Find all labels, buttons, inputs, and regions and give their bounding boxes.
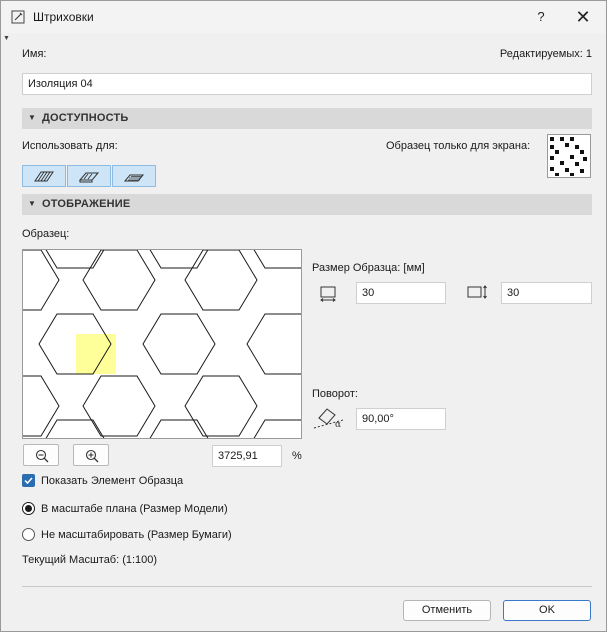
scale-paper-label: Не масштабировать (Размер Бумаги)	[41, 529, 232, 541]
cancel-button[interactable]: Отменить	[403, 600, 491, 621]
fill-cover-icon	[78, 172, 100, 183]
scale-model-radio[interactable]	[22, 502, 35, 515]
pattern-height-icon	[467, 285, 487, 299]
hexagon-pattern-graphic	[23, 250, 301, 438]
display-header-label: ОТОБРАЖЕНИЕ	[42, 198, 131, 210]
collapse-triangle-icon: ▼	[28, 113, 36, 122]
pattern-width-icon	[320, 286, 336, 302]
rotation-label: Поворот:	[312, 388, 358, 400]
pattern-element-highlight	[76, 334, 116, 374]
checkmark-icon	[24, 477, 33, 485]
pattern-width-field[interactable]: 30	[356, 282, 446, 304]
pattern-height-field[interactable]: 30	[501, 282, 592, 304]
pattern-size-label: Размер Образца: [мм]	[312, 262, 425, 274]
zoom-out-icon	[35, 449, 49, 463]
use-for-drafting-fill-button[interactable]	[112, 165, 156, 187]
name-label: Имя:	[22, 48, 47, 60]
availability-section-header[interactable]: ▼ ДОСТУПНОСТЬ	[22, 108, 592, 129]
close-button[interactable]: ✕	[569, 5, 597, 29]
zoom-in-icon	[85, 449, 99, 463]
zoom-level-field[interactable]: 3725,91	[212, 445, 282, 467]
ok-button[interactable]: OK	[503, 600, 591, 621]
rotation-field[interactable]: 90,00°	[356, 408, 446, 430]
editable-count: Редактируемых: 1	[499, 48, 592, 60]
show-element-label: Показать Элемент Образца	[41, 475, 184, 487]
pattern-sample-preview[interactable]	[22, 249, 302, 439]
help-button[interactable]: ?	[527, 5, 555, 29]
name-field[interactable]: Изоляция 04	[22, 73, 592, 95]
pattern-thumbnail-icon	[550, 137, 587, 176]
use-for-cut-fill-button[interactable]	[22, 165, 66, 187]
use-for-label: Использовать для:	[22, 140, 118, 152]
window-title: Штриховки	[33, 10, 94, 24]
screen-pattern-preview[interactable]	[547, 134, 591, 178]
scale-paper-radio[interactable]	[22, 528, 35, 541]
show-element-checkbox[interactable]	[22, 474, 35, 487]
sample-label: Образец:	[22, 228, 70, 240]
title-bar: Штриховки ? ✕	[1, 1, 606, 33]
resize-arrow-icon: ▼	[3, 35, 10, 42]
use-for-cover-fill-button[interactable]	[67, 165, 111, 187]
svg-text:α: α	[335, 420, 341, 430]
zoom-unit-label: %	[292, 450, 302, 462]
dialog-edit-icon	[11, 10, 25, 24]
scale-model-label: В масштабе плана (Размер Модели)	[41, 503, 228, 515]
fill-cut-icon	[34, 171, 54, 182]
zoom-out-button[interactable]	[23, 444, 59, 466]
screen-only-label: Образец только для экрана:	[386, 140, 531, 152]
display-section-header[interactable]: ▼ ОТОБРАЖЕНИЕ	[22, 194, 592, 215]
availability-header-label: ДОСТУПНОСТЬ	[42, 112, 129, 124]
collapse-triangle-icon: ▼	[28, 199, 36, 208]
fill-drafting-icon	[123, 174, 145, 182]
footer-divider	[22, 586, 592, 587]
rotation-angle-icon: α	[313, 408, 344, 430]
zoom-in-button[interactable]	[73, 444, 109, 466]
hatching-dialog: Штриховки ? ✕ ▼ Имя: Редактируемых: 1 Из…	[0, 0, 607, 632]
current-scale-label: Текущий Масштаб: (1:100)	[22, 554, 158, 566]
